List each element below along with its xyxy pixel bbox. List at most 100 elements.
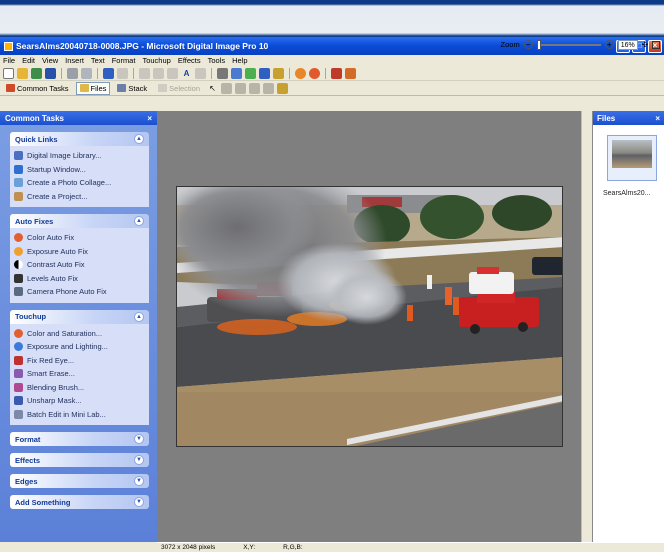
library-icon	[14, 151, 23, 161]
flip-icon[interactable]	[259, 67, 270, 79]
print-icon[interactable]	[67, 67, 78, 79]
group-header[interactable]: Edges ▼	[10, 474, 149, 488]
magic-wand-icon[interactable]	[277, 82, 289, 94]
unsharp-mask[interactable]: Unsharp Mask...	[14, 394, 145, 408]
contrast-auto-fix[interactable]: Contrast Auto Fix	[14, 258, 145, 272]
menu-format[interactable]: Format	[112, 56, 136, 65]
open-icon[interactable]	[17, 67, 28, 79]
import-icon[interactable]	[31, 67, 42, 79]
status-xy: X,Y:	[243, 544, 256, 551]
new-icon[interactable]	[3, 67, 14, 79]
copy-icon[interactable]	[153, 67, 164, 79]
project-icon	[14, 191, 23, 201]
chevron-up-icon[interactable]: ▲	[134, 216, 144, 226]
color-icon[interactable]	[295, 67, 306, 79]
zoom-value[interactable]: 16%	[617, 39, 638, 50]
link-create-collage[interactable]: Create a Photo Collage...	[14, 176, 145, 190]
sharpen-icon	[14, 396, 23, 406]
tab-files[interactable]: Files	[75, 81, 111, 95]
menu-effects[interactable]: Effects	[178, 56, 201, 65]
menu-insert[interactable]: Insert	[65, 56, 84, 65]
zoom-in-button[interactable]: +	[604, 40, 614, 49]
paste-icon[interactable]	[167, 67, 178, 79]
fix-red-eye[interactable]: Fix Red Eye...	[14, 354, 145, 368]
menu-help[interactable]: Help	[232, 56, 247, 65]
menu-touchup[interactable]: Touchup	[142, 56, 170, 65]
chevron-down-icon[interactable]: ▼	[134, 497, 144, 507]
link-create-project[interactable]: Create a Project...	[14, 190, 145, 204]
pointer-icon[interactable]: ↖	[207, 82, 219, 94]
exposure-auto-fix[interactable]: Exposure Auto Fix	[14, 245, 145, 259]
cut-icon[interactable]	[139, 67, 150, 79]
menu-edit[interactable]: Edit	[22, 56, 35, 65]
rotate-left-icon[interactable]	[231, 67, 242, 79]
batch-edit-mini-lab[interactable]: Batch Edit in Mini Lab...	[14, 408, 145, 422]
spell-icon[interactable]	[195, 67, 206, 79]
menu-text[interactable]: Text	[91, 56, 105, 65]
smart-erase[interactable]: Smart Erase...	[14, 367, 145, 381]
undo-icon[interactable]	[103, 67, 114, 79]
resize-icon[interactable]	[273, 67, 284, 79]
red-eye-icon	[14, 355, 23, 365]
files-panel-close-icon[interactable]: ×	[655, 114, 660, 123]
levels-icon	[14, 273, 23, 283]
batch-icon	[14, 409, 23, 419]
paint-icon[interactable]	[345, 67, 356, 79]
tab-common-tasks[interactable]: Common Tasks	[2, 82, 73, 95]
link-digital-image-library[interactable]: Digital Image Library...	[14, 149, 145, 163]
chevron-up-icon[interactable]: ▲	[134, 311, 144, 322]
app-icon[interactable]	[4, 41, 13, 51]
blending-brush[interactable]: Blending Brush...	[14, 381, 145, 395]
chevron-down-icon[interactable]: ▼	[134, 476, 144, 486]
freehand-icon[interactable]	[263, 82, 275, 94]
redo-icon[interactable]	[117, 67, 128, 79]
shape-select-icon[interactable]	[249, 82, 261, 94]
group-header[interactable]: Effects ▼	[10, 453, 149, 467]
lighting-icon	[14, 342, 23, 352]
group-format: Format ▼	[10, 432, 149, 446]
link-startup-window[interactable]: Startup Window...	[14, 163, 145, 177]
fit-icon[interactable]	[652, 40, 660, 49]
group-header[interactable]: Quick Links ▲	[10, 132, 149, 146]
menu-file[interactable]: File	[3, 56, 15, 65]
file-thumbnail[interactable]	[607, 135, 657, 181]
red-eye-icon[interactable]	[309, 67, 320, 79]
group-header[interactable]: Touchup ▲	[10, 309, 149, 324]
task-pane-close-icon[interactable]: ×	[147, 114, 152, 123]
canvas-scrollbar[interactable]	[581, 111, 592, 542]
saturation-icon	[14, 328, 23, 338]
exposure-and-lighting[interactable]: Exposure and Lighting...	[14, 340, 145, 354]
levels-auto-fix[interactable]: Levels Auto Fix	[14, 272, 145, 286]
files-panel: Files × SearsAlms20...	[592, 111, 664, 542]
save-icon[interactable]	[45, 67, 56, 79]
rect-select-icon[interactable]	[235, 82, 247, 94]
menu-tools[interactable]: Tools	[208, 56, 226, 65]
text-tool-icon[interactable]: A	[181, 67, 192, 79]
rotate-right-icon[interactable]	[245, 67, 256, 79]
chevron-down-icon[interactable]: ▼	[134, 434, 144, 444]
chevron-up-icon[interactable]: ▲	[134, 134, 144, 144]
image-canvas[interactable]	[157, 111, 581, 542]
crop-icon[interactable]	[217, 67, 228, 79]
tab-stack[interactable]: Stack	[113, 82, 151, 95]
color-and-saturation[interactable]: Color and Saturation...	[14, 327, 145, 341]
chevron-down-icon[interactable]: ▼	[134, 455, 144, 465]
selection-button[interactable]: Selection	[154, 82, 204, 95]
camera-phone-auto-fix[interactable]: Camera Phone Auto Fix	[14, 285, 145, 299]
zoom-slider[interactable]	[536, 39, 601, 50]
color-auto-fix[interactable]: Color Auto Fix	[14, 231, 145, 245]
collage-icon	[14, 178, 23, 188]
group-header[interactable]: Add Something ▼	[10, 495, 149, 509]
lasso-icon[interactable]	[221, 82, 233, 94]
menu-view[interactable]: View	[42, 56, 58, 65]
group-header[interactable]: Auto Fixes ▲	[10, 214, 149, 228]
zoom-slider-thumb[interactable]	[536, 39, 541, 50]
effects-icon[interactable]	[331, 67, 342, 79]
pan-icon[interactable]: ✣	[642, 40, 648, 49]
group-header[interactable]: Format ▼	[10, 432, 149, 446]
erase-icon	[14, 369, 23, 379]
group-effects: Effects ▼	[10, 453, 149, 467]
email-icon[interactable]	[81, 67, 92, 79]
zoom-out-button[interactable]: −	[523, 40, 533, 49]
race-crash-photo[interactable]	[176, 186, 563, 447]
